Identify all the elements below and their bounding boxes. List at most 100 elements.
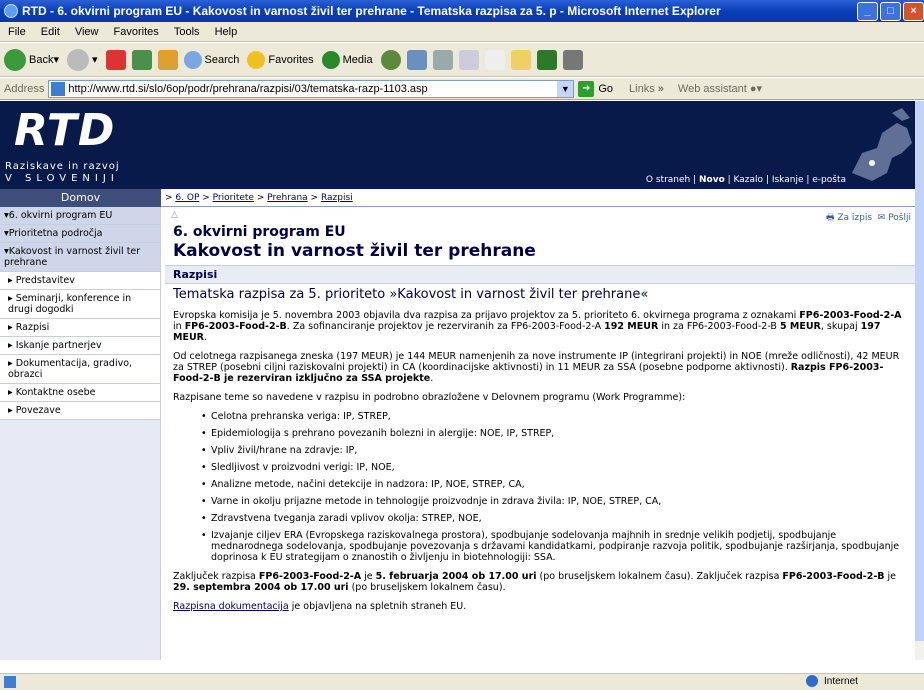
nav-iskanje[interactable]: Iskanje (772, 175, 804, 185)
back-button[interactable]: Back ▾ (4, 48, 59, 71)
address-url: http://www.rtd.si/slo/6op/podr/prehrana/… (68, 82, 428, 95)
list-item: Epidemiologija s prehrano povezanih bole… (201, 428, 903, 439)
list-item: Zdravstvena tveganja zaradi vplivov okol… (201, 513, 903, 524)
window-titlebar: RTD - 6. okvirni program EU - Kakovost i… (0, 0, 924, 22)
sidebar-item-6op[interactable]: ▾6. okvirni program EU (0, 207, 160, 225)
send-link[interactable]: Pošlji (888, 213, 911, 223)
nav-eposta[interactable]: e-pošta (812, 175, 846, 185)
sidebar: ▾6. okvirni program EU ▾Prioritetna podr… (0, 207, 161, 660)
minimize-button[interactable]: _ (857, 2, 878, 21)
breadcrumb-prehrana[interactable]: Prehrana (267, 193, 307, 203)
page-done-icon (4, 676, 16, 688)
nav-novo[interactable]: Novo (699, 175, 725, 185)
page-bottom (0, 660, 924, 673)
vertical-scrollbar[interactable] (915, 101, 924, 660)
breadcrumb-6op[interactable]: 6. OP (175, 193, 199, 203)
close-button[interactable]: × (903, 2, 924, 21)
menu-file[interactable]: File (8, 26, 26, 38)
sidebar-item-kakovost[interactable]: ▾Kakovost in varnost živil ter prehrane (0, 243, 160, 272)
history-icon[interactable] (380, 49, 401, 70)
menu-edit[interactable]: Edit (41, 26, 60, 38)
site-header: RTD Raziskave in razvoj V SLOVENIJI O st… (0, 101, 924, 189)
paragraph-3: Razpisane teme so navedene v razpisu in … (173, 392, 686, 403)
edit-icon[interactable] (484, 49, 505, 70)
sidebar-item-prioritetna[interactable]: ▾Prioritetna področja (0, 225, 160, 243)
paragraph-2: Od celotnega razpisanega zneska (197 MEU… (173, 351, 900, 384)
home-icon[interactable] (157, 49, 178, 70)
mail-icon[interactable]: ✉ (878, 213, 886, 223)
breadcrumb-row: Domov > 6. OP > Prioritete > Prehrana > … (0, 189, 924, 207)
folder-icon[interactable] (510, 49, 531, 70)
scrollbar-thumb[interactable] (915, 101, 924, 641)
menu-tools[interactable]: Tools (174, 26, 200, 38)
section-header: Razpisi (165, 265, 915, 284)
menu-view[interactable]: View (75, 26, 99, 38)
search-icon (183, 50, 202, 69)
documentation-link[interactable]: Razpisna dokumentacija (173, 601, 289, 612)
forward-arrow-icon (67, 48, 89, 71)
address-label: Address (4, 82, 45, 95)
links-button[interactable]: Links » (629, 83, 664, 95)
go-button[interactable]: ➜ Go (578, 80, 613, 97)
favorites-button[interactable]: Favorites (247, 50, 314, 69)
sidebar-item-seminarji[interactable]: ▸ Seminarji, konference in drugi dogodki (0, 290, 160, 319)
dropdown-icon[interactable]: ▼ (557, 80, 574, 97)
forward-button[interactable]: ▾ (67, 48, 98, 71)
page-subtitle: 6. okvirni program EU (173, 224, 346, 240)
breadcrumb-razpisi[interactable]: Razpisi (321, 193, 353, 203)
security-zone: Internet (806, 675, 858, 687)
search-button[interactable]: Search (183, 50, 239, 69)
site-logo[interactable]: RTD (14, 105, 115, 156)
toolbar: Back ▾ ▾ Search Favorites Media (0, 43, 924, 77)
address-bar: Address http://www.rtd.si/slo/6op/podr/p… (0, 78, 924, 100)
print-tools: 🖶 Za izpis ✉ Pošlji (826, 210, 911, 226)
home-link[interactable]: Domov (0, 189, 161, 207)
breadcrumb-prioritete[interactable]: Prioritete (213, 193, 254, 203)
stop-icon[interactable] (105, 49, 126, 70)
print-link[interactable]: Za izpis (837, 213, 872, 223)
menu-favorites[interactable]: Favorites (114, 26, 159, 38)
article: Tematska razpisa za 5. prioriteto »Kakov… (173, 287, 903, 620)
topics-list: Celotna prehranska veriga: IP, STREP, Ep… (201, 411, 903, 563)
sidebar-item-kontaktne[interactable]: ▸ Kontaktne osebe (0, 384, 160, 402)
globe-icon (806, 675, 818, 687)
list-item: Vpliv živil/hrane na zdravje: IP, (201, 445, 903, 456)
go-arrow-icon: ➜ (578, 80, 595, 97)
sidebar-item-predstavitev[interactable]: ▸ Predstavitev (0, 272, 160, 290)
window-title: RTD - 6. okvirni program EU - Kakovost i… (22, 4, 721, 18)
article-heading: Tematska razpisa za 5. prioriteto »Kakov… (173, 287, 649, 302)
print-icon[interactable]: 🖶 (826, 213, 835, 223)
menu-help[interactable]: Help (215, 26, 238, 38)
list-item: Varne in okolju prijazne metode in tehno… (201, 496, 903, 507)
nav-o-straneh[interactable]: O straneh (646, 175, 690, 185)
site-tagline-1: Raziskave in razvoj (5, 161, 120, 172)
page-icon (51, 81, 66, 96)
media-button[interactable]: Media (321, 50, 373, 69)
main-content: △ 🖶 Za izpis ✉ Pošlji 6. okvirni program… (165, 207, 915, 660)
sidebar-item-povezave[interactable]: ▸ Povezave (0, 402, 160, 420)
status-bar: Internet (0, 673, 924, 690)
messenger-icon[interactable] (536, 49, 557, 70)
breadcrumb: > 6. OP > Prioritete > Prehrana > Razpis… (165, 193, 353, 203)
word-icon[interactable] (458, 49, 479, 70)
sidebar-item-razpisi[interactable]: ▸ Razpisi (0, 319, 160, 337)
sidebar-item-dokumentacija[interactable]: ▸ Dokumentacija, gradivo, obrazci (0, 355, 160, 384)
list-item: Analizne metode, načini detekcije in nad… (201, 479, 903, 490)
list-item: Celotna prehranska veriga: IP, STREP, (201, 411, 903, 422)
web-assistant-button[interactable]: Web assistant ●▾ (678, 82, 762, 95)
star-icon (247, 50, 266, 69)
page-title: Kakovost in varnost živil ter prehrane (173, 241, 536, 261)
refresh-icon[interactable] (131, 49, 152, 70)
nav-kazalo[interactable]: Kazalo (734, 175, 764, 185)
ie-logo-icon (4, 4, 18, 18)
sidebar-item-iskanje[interactable]: ▸ Iskanje partnerjev (0, 337, 160, 355)
maximize-button[interactable]: □ (880, 2, 901, 21)
mail-icon[interactable] (406, 49, 427, 70)
back-arrow-icon (4, 48, 26, 71)
print-icon[interactable] (432, 49, 453, 70)
research-icon[interactable] (562, 49, 583, 70)
paragraph-1: Evropska komisija je 5. novembra 2003 ob… (173, 310, 902, 343)
address-input[interactable]: http://www.rtd.si/slo/6op/podr/prehrana/… (48, 79, 575, 98)
paragraph-5: Razpisna dokumentacija je objavljena na … (173, 601, 467, 612)
list-item: Sledljivost v proizvodni verigi: IP, NOE… (201, 462, 903, 473)
